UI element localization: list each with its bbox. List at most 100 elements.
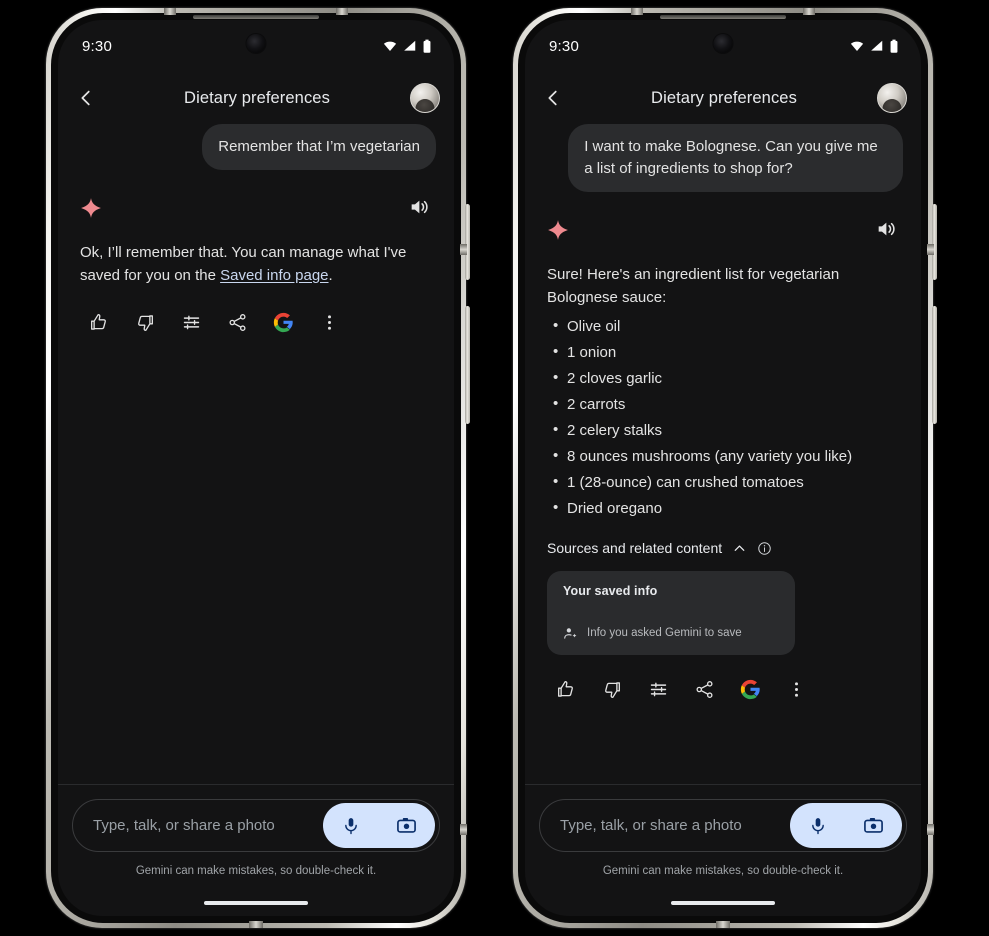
message-input-row[interactable]: Type, talk, or share a photo xyxy=(539,799,907,852)
mic-camera-pill xyxy=(323,803,435,848)
user-message-bubble: Remember that I’m vegetarian xyxy=(202,124,436,171)
list-item: 8 ounces mushrooms (any variety you like… xyxy=(547,447,903,466)
tune-button[interactable] xyxy=(635,673,681,707)
conversation-area-left: Remember that I’m vegetarian Ok, I’ll re… xyxy=(58,124,454,784)
thumb-down-icon xyxy=(604,682,620,699)
thumb-up-button[interactable] xyxy=(547,673,589,707)
power-button[interactable] xyxy=(932,204,937,280)
cellular-signal-icon xyxy=(871,40,883,51)
power-button[interactable] xyxy=(465,204,470,280)
saved-info-card-title: Your saved info xyxy=(563,583,658,598)
disclaimer-text: Gemini can make mistakes, so double-chec… xyxy=(602,865,844,877)
conversation-area-right: I want to make Bolognese. Can you give m… xyxy=(525,124,921,784)
volume-up-icon xyxy=(411,200,428,214)
front-camera-icon xyxy=(246,34,266,53)
composer-area: Type, talk, or share a photo Gemini can … xyxy=(525,784,921,916)
saved-info-card-item-text: Info you asked Gemini to save xyxy=(587,627,742,640)
status-bar: 9:30 xyxy=(525,20,921,72)
thumb-down-icon xyxy=(137,315,153,332)
list-item: Dried oregano xyxy=(547,499,903,518)
tune-sliders-icon xyxy=(650,682,666,697)
ingredient-list: Olive oil 1 onion 2 cloves garlic 2 carr… xyxy=(543,317,903,518)
list-item: 1 (28-ounce) can crushed tomatoes xyxy=(547,473,903,492)
microphone-button[interactable] xyxy=(808,816,828,836)
avatar[interactable] xyxy=(877,83,907,113)
more-options-button[interactable] xyxy=(773,673,819,707)
google-search-button[interactable] xyxy=(727,673,773,707)
sources-and-related-content-toggle[interactable]: Sources and related content xyxy=(543,540,903,557)
antenna-band xyxy=(803,8,815,15)
response-actions-row xyxy=(543,673,903,707)
page-title: Dietary preferences xyxy=(184,88,330,107)
answer-suffix: . xyxy=(328,266,333,284)
saved-info-page-link[interactable]: Saved info page xyxy=(220,267,328,284)
earpiece-speaker xyxy=(193,15,319,19)
status-icon-group xyxy=(849,39,899,54)
mic-camera-pill xyxy=(790,803,902,848)
camera-button[interactable] xyxy=(396,815,417,836)
gemini-response-header xyxy=(543,218,903,242)
antenna-band xyxy=(336,8,348,15)
phone-device-left: 9:30 Dietary preferences Remember that I… xyxy=(46,8,470,928)
info-circle-icon[interactable] xyxy=(757,541,772,556)
front-camera-icon xyxy=(713,34,733,53)
status-clock: 9:30 xyxy=(549,37,579,55)
share-icon xyxy=(695,681,713,699)
saved-info-card-item[interactable]: Info you asked Gemini to save xyxy=(563,626,779,641)
status-bar: 9:30 xyxy=(58,20,454,72)
antenna-band xyxy=(460,824,467,835)
camera-icon xyxy=(397,817,417,833)
microphone-icon xyxy=(344,817,357,834)
gemini-answer-text: Ok, I’ll remember that. You can manage w… xyxy=(76,242,436,288)
thumb-up-icon xyxy=(91,314,106,330)
google-g-icon xyxy=(740,680,760,700)
antenna-band xyxy=(164,8,176,15)
message-input-placeholder[interactable]: Type, talk, or share a photo xyxy=(560,817,790,834)
phone-screen-right: 9:30 Dietary preferences I want to make … xyxy=(525,20,921,916)
home-indicator[interactable] xyxy=(204,901,308,905)
antenna-band xyxy=(927,244,934,255)
camera-icon xyxy=(864,817,884,833)
message-input-row[interactable]: Type, talk, or share a photo xyxy=(72,799,440,852)
share-button[interactable] xyxy=(681,673,727,707)
microphone-icon xyxy=(811,817,824,834)
your-saved-info-card[interactable]: Your saved info Info you asked Gemini to… xyxy=(547,570,795,655)
cellular-signal-icon xyxy=(404,40,416,51)
thumb-down-button[interactable] xyxy=(589,673,635,707)
camera-button[interactable] xyxy=(863,815,884,836)
phone-screen-left: 9:30 Dietary preferences Remember that I… xyxy=(58,20,454,916)
home-indicator[interactable] xyxy=(671,901,775,905)
chevron-up-icon[interactable] xyxy=(731,540,748,557)
antenna-band xyxy=(249,921,263,928)
response-actions-row xyxy=(76,306,436,340)
google-g-icon xyxy=(273,313,293,333)
antenna-band xyxy=(927,824,934,835)
share-icon xyxy=(228,314,246,332)
read-aloud-button[interactable] xyxy=(875,218,899,242)
chevron-left-icon xyxy=(81,90,90,106)
share-button[interactable] xyxy=(214,306,260,340)
back-button[interactable] xyxy=(68,80,104,116)
battery-icon xyxy=(890,39,898,53)
list-item: 2 cloves garlic xyxy=(547,369,903,388)
app-bar: Dietary preferences xyxy=(525,72,921,124)
list-item: 1 onion xyxy=(547,343,903,362)
avatar[interactable] xyxy=(410,83,440,113)
page-title: Dietary preferences xyxy=(651,88,797,107)
thumb-up-button[interactable] xyxy=(80,306,122,340)
read-aloud-button[interactable] xyxy=(408,196,432,220)
back-button[interactable] xyxy=(535,80,571,116)
tune-button[interactable] xyxy=(168,306,214,340)
thumb-up-icon xyxy=(558,681,573,697)
google-search-button[interactable] xyxy=(260,306,306,340)
list-item: Olive oil xyxy=(547,317,903,336)
gemini-response-header xyxy=(76,196,436,220)
message-input-placeholder[interactable]: Type, talk, or share a photo xyxy=(93,817,323,834)
volume-button[interactable] xyxy=(932,306,937,424)
thumb-down-button[interactable] xyxy=(122,306,168,340)
volume-button[interactable] xyxy=(465,306,470,424)
phone-device-right: 9:30 Dietary preferences I want to make … xyxy=(513,8,937,928)
microphone-button[interactable] xyxy=(341,816,361,836)
more-options-button[interactable] xyxy=(306,306,352,340)
more-vert-icon xyxy=(794,682,798,697)
